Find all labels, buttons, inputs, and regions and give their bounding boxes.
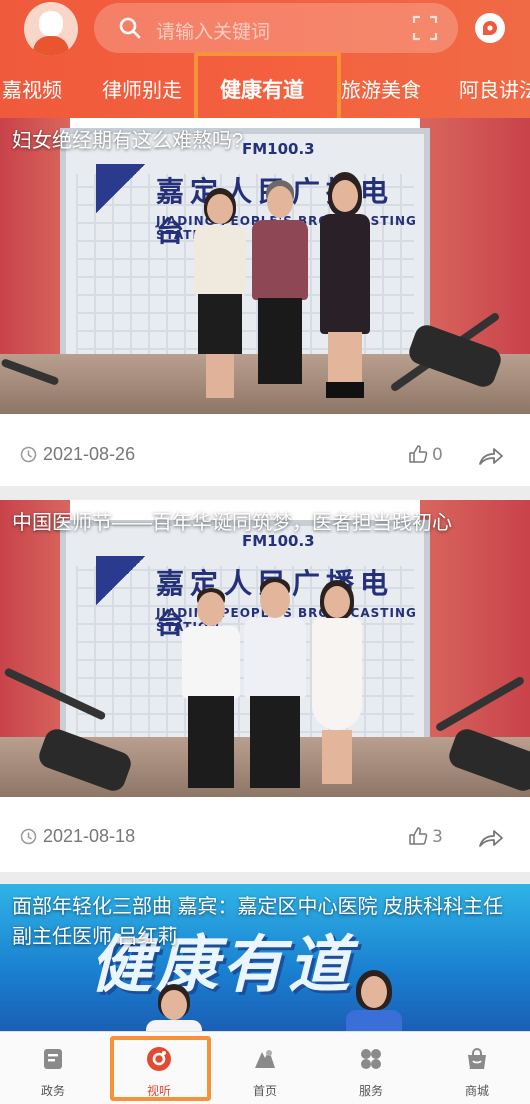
video-title[interactable]: 面部年轻化三部曲 嘉宾：嘉定区中心医院 皮肤科科主任 副主任医师 吕红莉 [12,892,518,952]
document-icon [44,1049,62,1069]
tab-travel-food[interactable]: 旅游美食 [341,74,421,103]
search-icon [119,17,141,39]
scan-icon[interactable] [412,15,438,41]
grid-icon [361,1049,381,1069]
like-button[interactable]: 0 [408,444,443,465]
nav-shop[interactable]: 商城 [424,1032,530,1104]
publish-date: 2021-08-18 [20,826,135,847]
active-nav-highlight [110,1036,211,1101]
message-icon[interactable] [473,11,507,45]
guest-figure [146,984,202,1031]
host-figure [306,580,368,795]
guest-figure [240,578,310,793]
video-card[interactable]: FM100.3 嘉定人民广播电台 JIADING PEOPLE'S BROADC… [0,118,530,486]
video-thumbnail[interactable]: FM100.3 嘉定人民广播电台 JIADING PEOPLE'S BROADC… [0,118,530,414]
like-button[interactable]: 3 [408,826,443,847]
share-icon[interactable] [478,443,504,467]
share-icon[interactable] [478,825,504,849]
clock-icon [20,446,37,463]
tab-lawyer[interactable]: 律师别走 [102,74,182,103]
like-count: 3 [432,827,443,847]
video-title[interactable]: 妇女绝经期有这么难熬吗? [12,126,518,156]
tab-aliang-law[interactable]: 阿良讲法 [459,74,530,103]
user-avatar[interactable] [24,2,78,56]
home-icon [255,1050,275,1068]
thumbs-up-icon [409,827,428,845]
video-card[interactable]: 健康有道 面部年轻化三部曲 嘉宾：嘉定区中心医院 皮肤科科主任 副主任医师 吕红… [0,884,530,1031]
nav-services[interactable]: 服务 [318,1032,424,1104]
nav-home[interactable]: 首页 [212,1032,318,1104]
tab-jiashipin[interactable]: 嘉视频 [2,74,62,103]
publish-date: 2021-08-26 [20,444,135,465]
bottom-nav: 政务 视听 首页 服务 商城 [0,1031,530,1104]
clock-icon [20,828,37,845]
host-figure [312,172,378,412]
guest-figure [190,188,250,408]
video-title[interactable]: 中国医师节——百年华诞同筑梦，医者担当践初心 [12,508,518,538]
active-tab-highlight [194,52,341,122]
like-count: 0 [432,445,443,465]
nav-government[interactable]: 政务 [0,1032,106,1104]
video-thumbnail[interactable]: 健康有道 面部年轻化三部曲 嘉宾：嘉定区中心医院 皮肤科科主任 副主任医师 吕红… [0,884,530,1031]
guest-figure [178,588,244,793]
guest-figure [248,180,312,410]
shop-bag-icon [468,1048,486,1069]
host-figure [344,970,404,1031]
video-card[interactable]: FM100.3 嘉定人民广播电台 JIADING PEOPLE'S BROADC… [0,500,530,872]
search-input[interactable]: 请输入关键词 [156,17,270,44]
video-thumbnail[interactable]: FM100.3 嘉定人民广播电台 JIADING PEOPLE'S BROADC… [0,500,530,797]
thumbs-up-icon [409,445,428,463]
search-bar[interactable]: 请输入关键词 [94,3,458,53]
